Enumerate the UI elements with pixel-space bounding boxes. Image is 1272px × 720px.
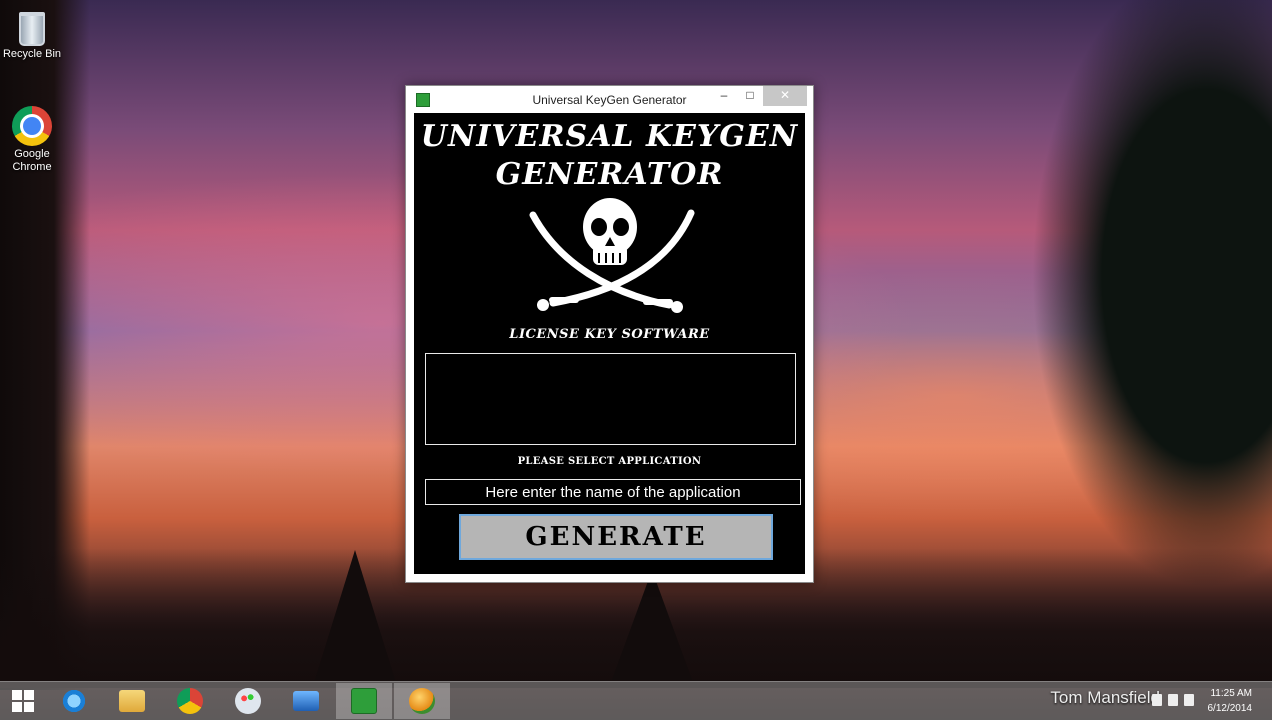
globe-app-icon xyxy=(409,688,435,714)
clock-time: 11:25 AM xyxy=(1210,688,1252,699)
start-button[interactable] xyxy=(0,683,46,719)
folder-icon xyxy=(119,690,145,712)
app-content: UNIVERSAL KEYGEN GENERATOR LICENSE KEY S… xyxy=(414,113,805,574)
taskbar-paint[interactable] xyxy=(220,683,276,719)
desktop-icon-label: Recycle Bin xyxy=(2,48,62,60)
keygen-app-icon xyxy=(351,688,377,714)
logo-tagline: LICENSE KEY SOFTWARE xyxy=(509,327,710,342)
desktop-icon-label: Google Chrome xyxy=(12,148,52,173)
chrome-icon xyxy=(177,688,203,714)
taskbar: Tom Mansfield 11:25 AM 6/12/2014 xyxy=(0,681,1272,720)
taskbar-other-app[interactable] xyxy=(394,683,450,719)
select-application-label: PLEASE SELECT APPLICATION xyxy=(517,456,702,467)
taskbar-remote-desktop[interactable] xyxy=(278,683,334,719)
generate-button[interactable]: GENERATE xyxy=(459,514,773,560)
pine-silhouette xyxy=(315,550,395,680)
taskbar-chrome[interactable] xyxy=(162,683,218,719)
user-name: Tom Mansfield xyxy=(1050,688,1160,707)
taskbar-clock[interactable]: 11:25 AM 6/12/2014 xyxy=(1208,686,1253,716)
logo-title-line1: UNIVERSAL KEYGEN xyxy=(420,119,799,154)
desktop-icon-recycle-bin[interactable]: Recycle Bin xyxy=(0,6,64,61)
desktop-icon-google-chrome[interactable]: Google Chrome xyxy=(0,106,64,174)
clock-date: 6/12/2014 xyxy=(1207,703,1253,714)
volume-icon[interactable] xyxy=(1184,694,1194,706)
pine-silhouette xyxy=(612,570,692,680)
window-titlebar[interactable]: Universal KeyGen Generator – □ ✕ xyxy=(406,86,813,113)
recycle-bin-icon xyxy=(19,12,45,46)
internet-explorer-icon xyxy=(61,688,87,714)
keygen-window: Universal KeyGen Generator – □ ✕ UNIVERS… xyxy=(405,85,814,583)
app-icon[interactable] xyxy=(416,92,430,107)
license-key-output[interactable] xyxy=(425,353,796,445)
computer-icon xyxy=(293,691,319,711)
logo-title-line2: GENERATOR xyxy=(495,157,724,192)
paint-icon xyxy=(235,688,261,714)
windows-icon xyxy=(12,690,34,712)
taskbar-keygen-app[interactable] xyxy=(336,683,392,719)
flag-icon[interactable] xyxy=(1168,694,1178,706)
system-tray xyxy=(1152,694,1194,706)
maximize-button[interactable]: □ xyxy=(737,86,763,106)
close-button[interactable]: ✕ xyxy=(763,86,807,106)
chrome-icon xyxy=(12,106,52,146)
minimize-button[interactable]: – xyxy=(711,86,737,106)
taskbar-internet-explorer[interactable] xyxy=(46,683,102,719)
network-icon[interactable] xyxy=(1152,694,1162,706)
taskbar-file-explorer[interactable] xyxy=(104,683,160,719)
application-name-input[interactable] xyxy=(425,479,801,505)
skull-crossed-swords-icon xyxy=(529,198,695,313)
